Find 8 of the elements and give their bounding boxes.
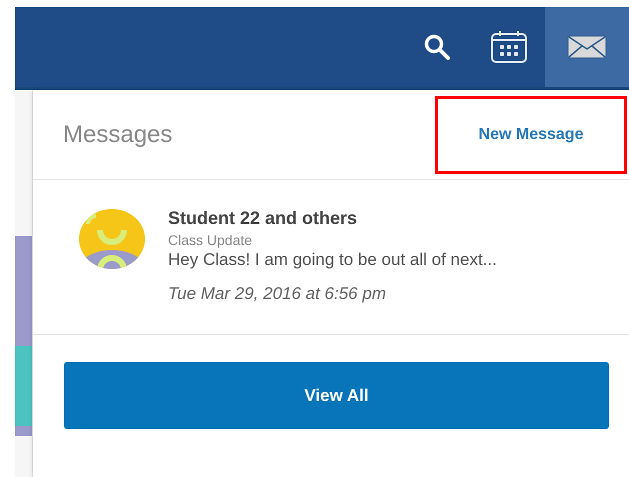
message-preview: Hey Class! I am going to be out all of next... <box>168 250 497 270</box>
sender-name: Student 22 and others <box>168 208 358 229</box>
message-date: Tue Mar 29, 2016 at 6:56 pm <box>168 284 387 304</box>
new-message-link[interactable]: New Message <box>478 126 584 144</box>
view-all-button[interactable]: View All <box>64 362 609 429</box>
mail-icon[interactable] <box>545 7 629 87</box>
message-subject: Class Update <box>168 232 254 248</box>
panel-title: Messages <box>63 120 172 148</box>
